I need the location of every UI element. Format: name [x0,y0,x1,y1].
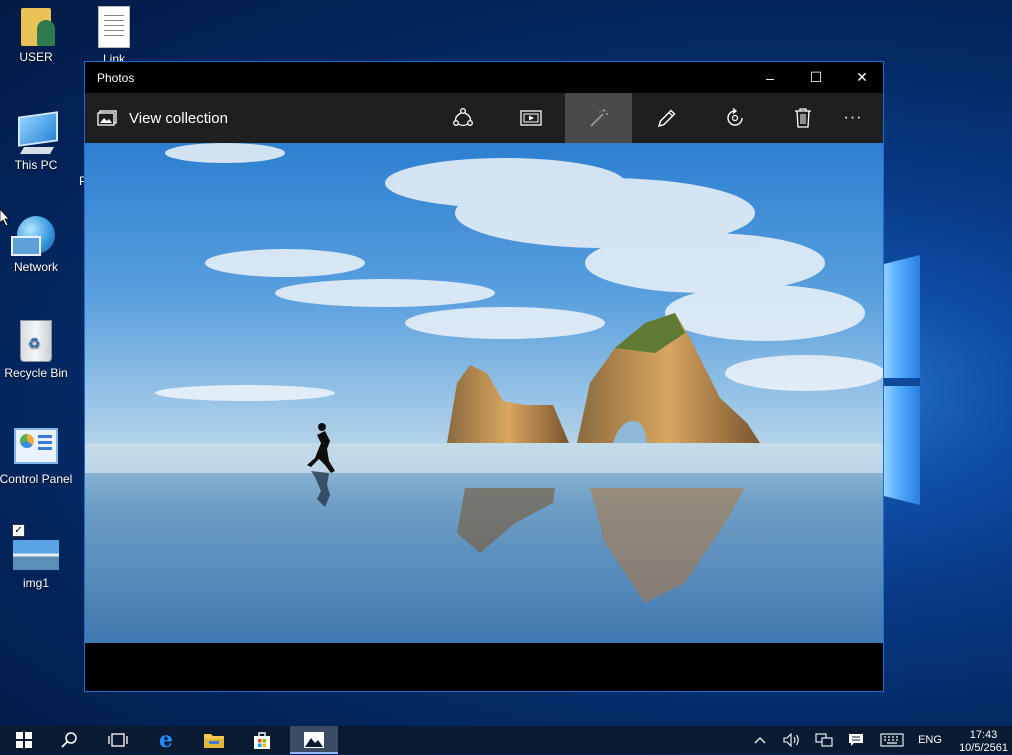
action-center-button[interactable] [844,726,868,754]
language-label: ENG [918,734,942,746]
photo-viewer-image[interactable] [85,143,883,643]
beach-rocks-photo [85,143,883,643]
desktop-icon-user[interactable]: USER [0,8,74,64]
recycle-bin-icon: ♻ [20,320,52,362]
edge-icon: e [159,727,173,753]
collection-icon [97,110,117,126]
desktop-icon-label: Network [13,260,58,274]
desktop-icon-label: Recycle Bin [4,366,68,380]
minimize-icon: – [766,69,774,86]
photos-toolbar: View collection ··· [85,93,883,143]
file-explorer-button[interactable] [190,726,238,754]
share-icon [452,108,473,127]
title-bar[interactable]: Photos – ☐ ✕ [85,62,883,93]
taskbar: e ENG 17:43 10/5/2561 [0,726,1012,754]
desktop-icon-label: Control Panel [0,472,73,486]
enhance-button[interactable] [565,93,632,143]
desktop-icon-label: This PC [14,158,58,172]
edit-button[interactable] [633,93,700,143]
photos-app-icon [304,732,324,748]
language-indicator[interactable]: ENG [914,726,946,754]
task-view-button[interactable] [94,726,142,754]
rotate-button[interactable] [701,93,768,143]
image-thumbnail-icon [13,540,59,570]
window-title: Photos [97,70,135,85]
edge-browser-button[interactable]: e [142,726,190,754]
store-bag-icon [254,732,270,749]
trash-icon [794,108,811,128]
view-collection-button[interactable]: View collection [85,110,228,127]
search-icon [61,732,77,748]
clock-date: 10/5/2561 [959,742,1008,754]
windows-logo-gap [880,378,920,386]
desktop-icon-control-panel[interactable]: Control Panel [0,428,74,486]
windows-start-icon [16,732,32,748]
minimize-button[interactable]: – [747,62,793,93]
close-icon: ✕ [856,69,868,85]
view-collection-label: View collection [129,109,228,127]
delete-button[interactable] [769,93,836,143]
store-button[interactable] [238,726,286,754]
clock[interactable]: 17:43 10/5/2561 [959,729,1008,755]
desktop-icon-link[interactable]: Link [76,6,152,66]
clock-time: 17:43 [969,729,998,741]
network-tray-button[interactable] [812,726,836,754]
touch-keyboard-button[interactable] [878,726,906,754]
share-button[interactable] [429,93,496,143]
more-options-icon: ··· [843,109,863,126]
desktop-icon-recycle-bin[interactable]: ♻ Recycle Bin [0,320,74,380]
rotate-icon [726,107,743,126]
slideshow-button[interactable] [497,93,564,143]
user-folder-icon [21,8,55,46]
slideshow-icon [519,110,542,126]
photos-app-button[interactable] [290,726,338,754]
desktop-icon-this-pc[interactable]: This PC [0,111,74,172]
keyboard-icon [880,733,904,747]
notification-icon [849,734,863,746]
more-options-button[interactable]: ··· [827,93,879,143]
photos-window: Photos – ☐ ✕ View collection ··· [84,61,884,692]
network-globe-icon [11,216,55,256]
start-button[interactable] [0,726,48,754]
folder-icon [204,734,224,748]
document-icon [98,6,130,48]
pencil-icon [657,109,675,128]
control-panel-icon [14,428,58,464]
desktop-icon-label: USER [19,50,53,64]
mouse-pointer-icon [0,209,10,227]
maximize-icon: ☐ [809,69,823,85]
search-button[interactable] [46,726,94,754]
volume-button[interactable] [780,726,804,754]
desktop-icon-label: img1 [22,576,49,590]
task-view-icon [108,733,128,747]
close-button[interactable]: ✕ [839,62,885,93]
magic-wand-icon [589,109,608,127]
maximize-button[interactable]: ☐ [793,62,839,93]
desktop-icon-network[interactable]: Network [0,216,74,274]
speaker-icon [783,733,799,747]
desktop-icon-img1[interactable]: img1 [0,540,74,590]
computer-icon [14,111,58,154]
show-hidden-icons-button[interactable] [750,726,770,754]
selection-checkbox[interactable]: ✓ [12,524,25,537]
chevron-up-icon [754,737,766,744]
network-wired-icon [815,733,833,747]
